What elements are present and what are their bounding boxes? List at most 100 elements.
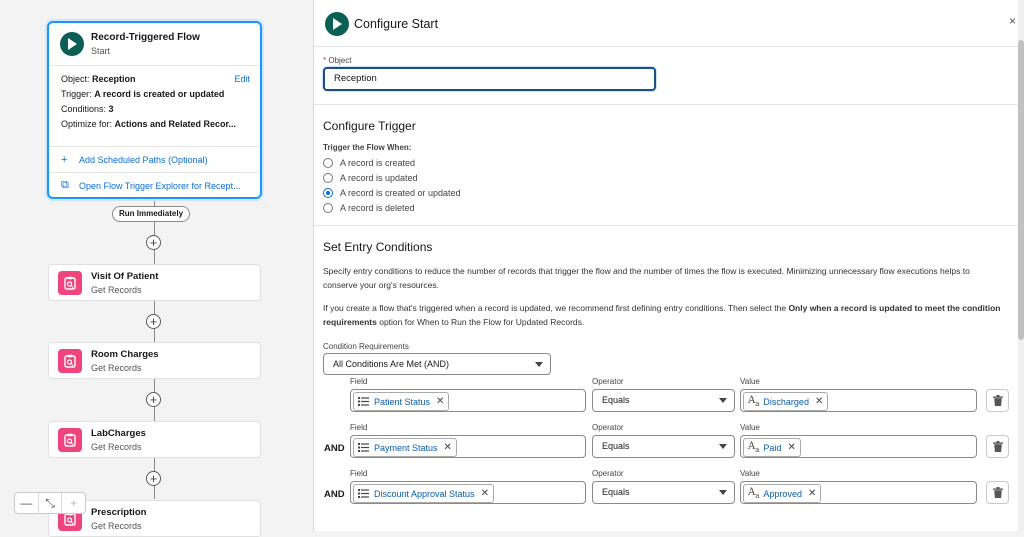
trigger-option-deleted[interactable]: A record is deleted: [323, 200, 1011, 215]
element-title: LabCharges: [91, 428, 146, 439]
condition-requirements-select[interactable]: All Conditions Are Met (AND): [323, 353, 551, 375]
trigger-option-created-or-updated[interactable]: A record is created or updated: [323, 185, 1011, 200]
radio-label: A record is deleted: [340, 202, 415, 213]
external-link-icon: ⧉: [61, 179, 69, 191]
start-element-details: Edit Object: Reception Trigger: A record…: [49, 66, 260, 147]
zoom-in-button[interactable]: +: [62, 493, 85, 513]
operator-select[interactable]: Equals: [592, 389, 735, 412]
operator-select[interactable]: Equals: [592, 481, 735, 504]
value-column-label: Value: [740, 377, 760, 386]
value-pill-label: Approved: [763, 488, 802, 499]
text-value-icon: Aa: [748, 441, 760, 454]
add-element-button[interactable]: +: [146, 235, 161, 250]
close-icon[interactable]: ×: [1009, 14, 1016, 28]
start-element-title: Record-Triggered Flow: [91, 32, 200, 43]
value-input[interactable]: Aa Approved ✕: [740, 481, 977, 504]
remove-icon[interactable]: ✕: [808, 488, 816, 499]
object-label-text: Object: [328, 56, 352, 65]
radio-button[interactable]: [323, 157, 333, 168]
remove-icon[interactable]: ✕: [436, 396, 444, 407]
value-pill-label: Paid: [763, 442, 782, 453]
trash-icon: [992, 395, 1003, 406]
open-trigger-explorer-link[interactable]: ⧉ Open Flow Trigger Explorer for Recept.…: [49, 173, 260, 198]
get-records-icon: [58, 271, 82, 295]
value-pill[interactable]: Aa Approved ✕: [743, 484, 822, 503]
value-pill[interactable]: Aa Discharged ✕: [743, 392, 829, 411]
element-card-visit-of-patient[interactable]: Visit Of Patient Get Records: [48, 264, 261, 301]
plus-icon: +: [149, 235, 158, 250]
field-column-label: Field: [350, 423, 368, 432]
add-scheduled-paths-link[interactable]: + Add Scheduled Paths (Optional): [49, 147, 260, 173]
delete-condition-button[interactable]: [986, 481, 1009, 504]
remove-icon[interactable]: ✕: [481, 488, 489, 499]
element-card-room-charges[interactable]: Room Charges Get Records: [48, 342, 261, 379]
add-element-button[interactable]: +: [146, 471, 161, 486]
field-pill[interactable]: Payment Status ✕: [353, 438, 457, 457]
plus-icon: +: [149, 471, 158, 486]
operator-value: Equals: [602, 395, 630, 405]
element-subtitle: Get Records: [91, 521, 142, 531]
value-pill[interactable]: Aa Paid ✕: [743, 438, 801, 457]
recommendation-text-end: option for When to Run the Flow for Upda…: [376, 317, 585, 327]
element-subtitle: Get Records: [91, 285, 142, 295]
trigger-option-created[interactable]: A record is created: [323, 155, 1011, 170]
add-scheduled-paths-label: Add Scheduled Paths (Optional): [79, 154, 208, 165]
plus-icon: +: [149, 392, 158, 407]
flow-canvas: Record-Triggered Flow Start Edit Object:…: [0, 0, 312, 537]
condition-row: Field Operator Value AND Discount Approv…: [322, 469, 1012, 505]
trigger-option-updated[interactable]: A record is updated: [323, 170, 1011, 185]
delete-condition-button[interactable]: [986, 435, 1009, 458]
chevron-down-icon: [719, 398, 727, 403]
object-field-label: * Object: [323, 56, 1011, 65]
operator-select[interactable]: Equals: [592, 435, 735, 458]
condition-requirements-label: Condition Requirements: [323, 342, 409, 351]
value-input[interactable]: Aa Discharged ✕: [740, 389, 977, 412]
element-card-labcharges[interactable]: LabCharges Get Records: [48, 421, 261, 458]
field-pill[interactable]: Discount Approval Status ✕: [353, 484, 494, 503]
field-pill-label: Patient Status: [374, 396, 431, 407]
configure-trigger-title: Configure Trigger: [323, 119, 416, 133]
value-input[interactable]: Aa Paid ✕: [740, 435, 977, 458]
field-pill[interactable]: Patient Status ✕: [353, 392, 450, 411]
optimize-value: Actions and Related Recor...: [114, 119, 237, 129]
open-trigger-explorer-label: Open Flow Trigger Explorer for Recept...: [79, 180, 241, 191]
radio-label: A record is created: [340, 157, 416, 168]
condition-connector: AND: [324, 489, 345, 500]
value-pill-label: Discharged: [763, 396, 809, 407]
radio-button[interactable]: [323, 172, 333, 183]
remove-icon[interactable]: ✕: [815, 396, 823, 407]
condition-row: Field Operator Value Patient Status ✕ Eq…: [322, 377, 1012, 413]
fit-to-view-button[interactable]: ⤡: [39, 493, 63, 513]
scrollbar-thumb[interactable]: [1018, 40, 1024, 340]
operator-column-label: Operator: [592, 423, 624, 432]
delete-condition-button[interactable]: [986, 389, 1009, 412]
remove-icon[interactable]: ✕: [787, 442, 795, 453]
element-subtitle: Get Records: [91, 363, 142, 373]
field-input[interactable]: Discount Approval Status ✕: [350, 481, 586, 504]
panel-scrollbar[interactable]: [1018, 0, 1024, 531]
required-marker: *: [323, 56, 327, 65]
play-icon: [60, 32, 84, 56]
element-subtitle: Get Records: [91, 442, 142, 452]
object-input[interactable]: Reception: [323, 67, 656, 91]
radio-button[interactable]: [323, 202, 333, 213]
start-element-card[interactable]: Record-Triggered Flow Start Edit Object:…: [47, 21, 262, 199]
play-icon: [325, 12, 349, 36]
edit-link[interactable]: Edit: [234, 72, 250, 87]
radio-button-selected[interactable]: [323, 187, 333, 198]
field-input[interactable]: Patient Status ✕: [350, 389, 586, 412]
list-icon: [358, 443, 370, 452]
chevron-down-icon: [535, 362, 543, 367]
configure-start-panel: Configure Start × * Object Reception Con…: [313, 0, 1020, 531]
recommendation-text: If you create a flow that's triggered wh…: [323, 303, 789, 313]
trigger-label: Trigger:: [61, 89, 92, 99]
zoom-out-button[interactable]: —: [15, 493, 39, 513]
add-element-button[interactable]: +: [146, 392, 161, 407]
entry-conditions-section: Set Entry Conditions Specify entry condi…: [314, 226, 1020, 531]
add-element-button[interactable]: +: [146, 314, 161, 329]
start-element-header: Record-Triggered Flow Start: [49, 23, 260, 66]
remove-icon[interactable]: ✕: [444, 442, 452, 453]
field-input[interactable]: Payment Status ✕: [350, 435, 586, 458]
element-title: Visit Of Patient: [91, 271, 159, 282]
conditions-label: Conditions:: [61, 104, 107, 114]
